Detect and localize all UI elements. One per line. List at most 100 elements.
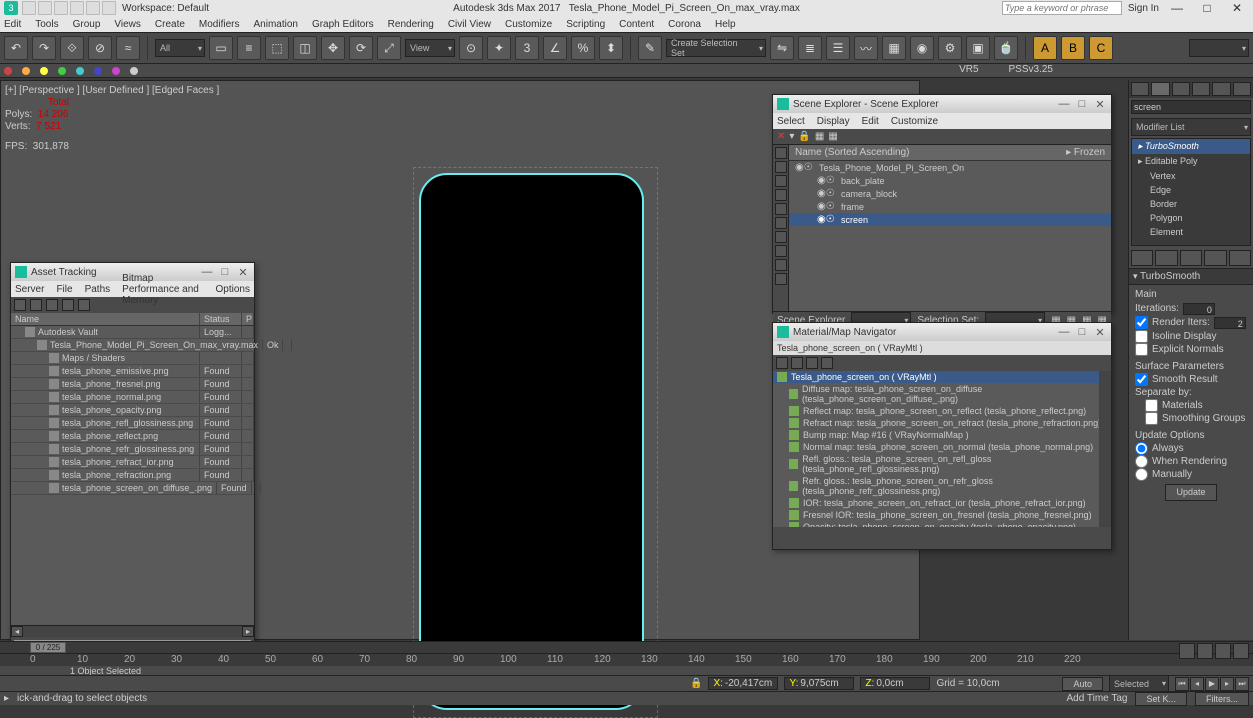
tab-modify[interactable] — [1151, 82, 1169, 96]
menu-customize[interactable]: Customize — [505, 19, 552, 30]
filter-icon[interactable] — [775, 245, 787, 257]
unique-button[interactable] — [1180, 250, 1202, 266]
sep-materials-check[interactable] — [1145, 399, 1158, 412]
tab-create[interactable] — [1131, 82, 1149, 96]
workspace-dropdown[interactable]: Workspace: Default — [122, 3, 209, 14]
asset-row[interactable]: tesla_phone_screen_on_diffuse_.pngFound — [11, 482, 254, 495]
menu-views[interactable]: Views — [114, 19, 141, 30]
asset-tb-btn[interactable] — [46, 299, 58, 311]
panel-close-button[interactable]: ✕ — [1093, 98, 1107, 111]
menu-animation[interactable]: Animation — [253, 19, 297, 30]
window-crossing-button[interactable]: ◫ — [293, 36, 317, 60]
menu-tools[interactable]: Tools — [35, 19, 58, 30]
se-btn[interactable]: ▦ — [815, 131, 824, 142]
modifier-stack[interactable]: ▸ TurboSmooth▸ Editable PolyVertexEdgeBo… — [1131, 138, 1251, 246]
asset-row[interactable]: tesla_phone_refract_ior.pngFound — [11, 456, 254, 469]
se-menu-item[interactable]: Display — [817, 116, 850, 127]
light-dot-icon[interactable] — [76, 67, 84, 75]
close-button[interactable]: ✕ — [1225, 1, 1249, 15]
abc-b-button[interactable]: B — [1061, 36, 1085, 60]
key-filters-button[interactable]: Filters... — [1195, 692, 1249, 706]
render-setup-button[interactable]: ⚙ — [938, 36, 962, 60]
asset-row[interactable]: tesla_phone_refr_glossiness.pngFound — [11, 443, 254, 456]
asset-menu-item[interactable]: Bitmap Performance and Memory — [122, 273, 203, 306]
update-manual-radio[interactable] — [1135, 468, 1148, 481]
render-button[interactable]: 🍵 — [994, 36, 1018, 60]
panel-max-button[interactable]: □ — [1075, 98, 1089, 111]
mm-tree-item[interactable]: Normal map: tesla_phone_screen_on_normal… — [773, 441, 1111, 453]
mod-stack-item[interactable]: ▸ Editable Poly — [1132, 154, 1250, 169]
filter-icon[interactable] — [775, 259, 787, 271]
tab-hierarchy[interactable] — [1172, 82, 1190, 96]
mm-view-btn[interactable] — [791, 357, 803, 369]
menu-scripting[interactable]: Scripting — [566, 19, 605, 30]
configure-button[interactable] — [1229, 250, 1251, 266]
asset-row[interactable]: Tesla_Phone_Model_Pi_Screen_On_max_vray.… — [11, 339, 254, 352]
z-coord[interactable]: Z:0,0cm — [860, 677, 930, 690]
prev-frame-button[interactable]: ◂ — [1190, 677, 1204, 691]
isoline-check[interactable] — [1135, 330, 1148, 343]
light-dot-icon[interactable] — [94, 67, 102, 75]
iterations-spinner[interactable]: 0 — [1183, 303, 1215, 315]
mm-view-btn[interactable] — [806, 357, 818, 369]
menu-group[interactable]: Group — [73, 19, 101, 30]
asset-hscroll[interactable]: ◂▸ — [11, 625, 254, 637]
asset-row[interactable]: tesla_phone_opacity.pngFound — [11, 404, 254, 417]
mesh-wireframe[interactable] — [419, 173, 644, 710]
asset-menu-item[interactable]: Paths — [85, 284, 111, 295]
maxscript-button[interactable]: ▸ — [4, 693, 9, 704]
mirror-button[interactable]: ⇋ — [770, 36, 794, 60]
menu-civil-view[interactable]: Civil View — [448, 19, 491, 30]
asset-row[interactable]: tesla_phone_emissive.pngFound — [11, 365, 254, 378]
qat-open-icon[interactable] — [38, 1, 52, 15]
light-dot-icon[interactable] — [58, 67, 66, 75]
tab-utilities[interactable] — [1233, 82, 1251, 96]
key-filter-dropdown[interactable]: Selected — [1109, 675, 1169, 693]
rollout-turbosmooth[interactable]: ▾ TurboSmooth — [1129, 268, 1253, 285]
se-clear-button[interactable]: ✕ — [777, 131, 785, 142]
infocenter-search[interactable] — [1002, 1, 1122, 15]
se-btn[interactable]: ▦ — [828, 131, 837, 142]
smooth-result-check[interactable] — [1135, 373, 1148, 386]
spinner-snap-button[interactable]: ⬍ — [599, 36, 623, 60]
qat-new-icon[interactable] — [22, 1, 36, 15]
play-button[interactable]: ▶ — [1205, 677, 1219, 691]
lock-icon[interactable]: 🔒 — [690, 678, 702, 689]
asset-menu-item[interactable]: File — [56, 284, 72, 295]
panel-close-button[interactable]: ✕ — [1093, 326, 1107, 339]
schema-button[interactable]: ▦ — [882, 36, 906, 60]
menu-create[interactable]: Create — [155, 19, 185, 30]
edit-selset-button[interactable]: ✎ — [638, 36, 662, 60]
filter-icon[interactable] — [775, 203, 787, 215]
select-name-button[interactable]: ≡ — [237, 36, 261, 60]
mod-stack-item[interactable]: Polygon — [1132, 211, 1250, 225]
mm-tree-item[interactable]: Refl. gloss.: tesla_phone_screen_on_refl… — [773, 453, 1111, 475]
percent-snap-button[interactable]: % — [571, 36, 595, 60]
asset-tb-btn[interactable] — [78, 299, 90, 311]
se-menu-item[interactable]: Select — [777, 116, 805, 127]
y-coord[interactable]: Y:9,075cm — [784, 677, 854, 690]
menu-rendering[interactable]: Rendering — [388, 19, 434, 30]
object-name-field[interactable] — [1131, 100, 1251, 114]
mod-stack-item[interactable]: Element — [1132, 225, 1250, 239]
curve-editor-button[interactable]: 〰 — [854, 36, 878, 60]
asset-tb-btn[interactable] — [62, 299, 74, 311]
bind-button[interactable]: ≈ — [116, 36, 140, 60]
se-tree-item[interactable]: ◉☉ back_plate — [789, 174, 1111, 187]
qat-redo-icon[interactable] — [86, 1, 100, 15]
redo-button[interactable]: ↷ — [32, 36, 56, 60]
mm-tree[interactable]: Tesla_phone_screen_on ( VRayMtl )Diffuse… — [773, 371, 1111, 527]
abc-a-button[interactable]: A — [1033, 36, 1057, 60]
signin-link[interactable]: Sign In — [1128, 3, 1159, 14]
qat-link-icon[interactable] — [102, 1, 116, 15]
asset-row[interactable]: tesla_phone_normal.pngFound — [11, 391, 254, 404]
goto-start-button[interactable]: ⏮ — [1175, 677, 1189, 691]
se-panel-title[interactable]: Scene Explorer - Scene Explorer —□✕ — [773, 95, 1111, 113]
next-frame-button[interactable]: ▸ — [1220, 677, 1234, 691]
minimize-button[interactable]: — — [1165, 1, 1189, 15]
asset-header-row[interactable]: Name Status P — [11, 313, 254, 326]
mm-vscroll[interactable] — [1099, 371, 1111, 527]
show-result-button[interactable] — [1155, 250, 1177, 266]
orbit-button[interactable] — [1215, 643, 1231, 659]
mm-tree-item[interactable]: Refract map: tesla_phone_screen_on_refra… — [773, 417, 1111, 429]
